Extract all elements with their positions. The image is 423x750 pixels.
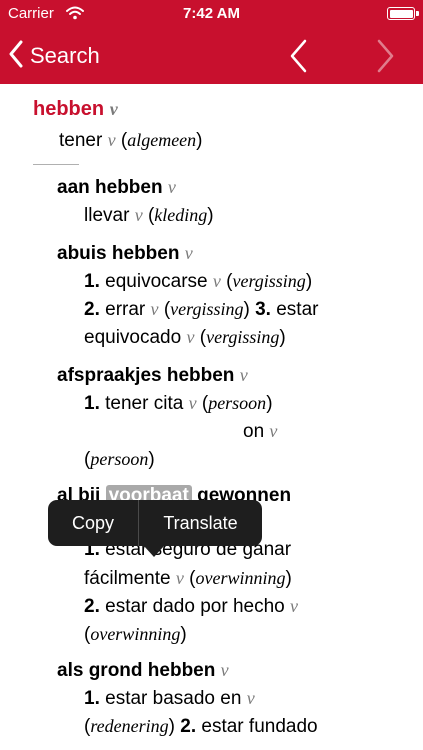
translation-gloss: algemeen [127,130,197,150]
translation-text: estar fundado [201,716,318,737]
entry-translation: (redenering) 2. estar fundado [84,716,318,737]
entry-title: aan hebben v [57,173,176,202]
divider [33,164,79,165]
translation-gloss: redenering [90,716,169,736]
translation-pos: v [150,299,159,319]
sense-number: 2. [84,596,100,617]
battery-icon [387,7,419,20]
entry-translation: 2. estar dado por hecho v [84,592,298,621]
back-button-label: Search [30,43,100,68]
translation-gloss: persoon [208,393,267,413]
translation-pos: v [175,568,184,588]
headword-pos: v [109,99,118,119]
translation-gloss: vergissing [206,327,280,347]
entry-translation: llevar v (kleding) [84,205,214,226]
copy-button[interactable]: Copy [48,500,138,546]
sense-number: 2. [180,716,197,737]
translation-pos: v [269,421,278,441]
translation-pos: v [186,327,195,347]
sense-number: 3. [255,299,271,320]
translation-text: estar basado en [105,688,242,709]
sense-number: 1. [84,271,100,292]
entry-translation: on v [243,417,277,446]
translation-text: equivocado [84,327,182,348]
status-time: 7:42 AM [183,5,240,22]
entry-translation: 1. tener cita v (persoon) [84,393,273,414]
translation-text: tener [59,130,103,151]
entry-title-text: afspraakjes hebben [57,365,235,386]
previous-entry-button[interactable] [284,38,316,74]
translation-text: llevar [84,205,130,226]
translation-gloss: overwinning [195,568,286,588]
translation-pos: v [134,205,143,225]
next-entry-button[interactable] [368,38,400,74]
entry-pos: v [220,660,229,680]
headword-text: hebben [33,98,105,120]
translation-text: estar dado por hecho [105,596,285,617]
entry-title-text: aan hebben [57,177,163,198]
entry-title-text: abuis hebben [57,243,180,264]
entry-content[interactable]: hebben v tener v (algemeen) aan hebben v… [0,84,423,750]
entry-translation: 1. equivocarse v (vergissing) [84,271,313,292]
chevron-left-icon [8,40,24,73]
translate-button[interactable]: Translate [139,500,262,546]
entry-translation: equivocado v (vergissing) [84,327,286,348]
entry-pos: v [167,177,176,197]
translation-pos: v [246,688,255,708]
translation-gloss: vergissing [170,299,244,319]
popover-arrow [144,546,164,557]
translation-pos: v [212,271,221,291]
translation-gloss: vergissing [232,271,306,291]
entry-translation: (persoon) [84,449,155,470]
sense-number: 2. [84,299,100,320]
translation-text: equivocarse [105,271,208,292]
translation-gloss: kleding [154,205,208,225]
translation-gloss: persoon [90,449,149,469]
entry-title: als grond hebben v [57,656,229,685]
entry-title: afspraakjes hebben v [57,361,248,390]
headword-translation: tener v (algemeen) [59,130,203,151]
entry-pos: v [184,243,193,263]
translation-pos: v [290,596,298,616]
entry-translation: (overwinning) [84,624,187,645]
entry-translation: 1. estar basado en v [84,684,255,713]
translation-pos: v [188,393,197,413]
entry-title-text: als grond hebben [57,660,216,681]
translation-text: errar [105,299,146,320]
translation-text: tener cita [105,393,184,414]
entry-translation: fácilmente v (overwinning) [84,568,292,589]
translation-gloss: overwinning [90,624,181,644]
entry-translation: 2. errar v (vergissing) 3. estar [84,299,319,320]
headword: hebben v [33,98,118,121]
navigation-bar: Search [0,28,423,84]
translation-text: on [243,421,265,442]
edit-menu-popover: Copy Translate [48,500,262,557]
translation-pos: v [107,130,116,150]
sense-number: 1. [84,688,100,709]
entry-title: abuis hebben v [57,239,193,268]
status-bar: Carrier 7:42 AM [0,0,423,28]
sense-number: 1. [84,393,100,414]
entry-pos: v [239,365,248,385]
translation-text: fácilmente [84,568,171,589]
back-button[interactable]: Search [8,28,100,84]
translation-text: estar [276,299,319,320]
